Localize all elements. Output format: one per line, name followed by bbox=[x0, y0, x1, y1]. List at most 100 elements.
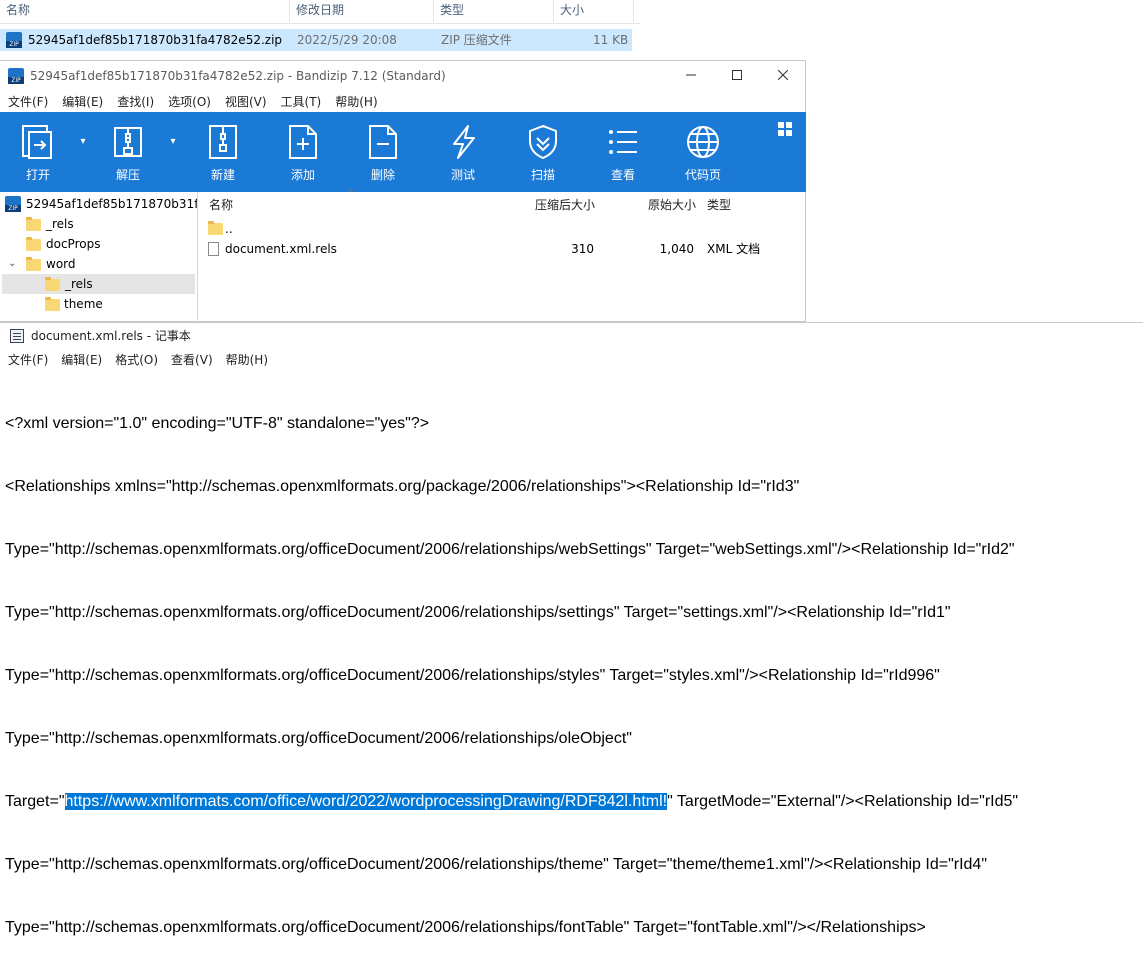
file-row-name: .. bbox=[225, 222, 233, 236]
menu-edit[interactable]: 编辑(E) bbox=[54, 91, 109, 113]
file-size: 11 KB bbox=[593, 33, 629, 47]
menu-view[interactable]: 视图(V) bbox=[217, 91, 273, 113]
menu-help[interactable]: 帮助(H) bbox=[327, 91, 383, 113]
menu-tools[interactable]: 工具(T) bbox=[273, 91, 328, 113]
file-name: 52945af1def85b171870b31fa4782e52.zip bbox=[28, 33, 283, 47]
text-line: Type="http://schemas.openxmlformats.org/… bbox=[5, 730, 632, 747]
tree-item-label: word bbox=[46, 257, 76, 271]
column-modified[interactable]: 修改日期 bbox=[290, 0, 434, 22]
bandizip-toolbar: 打开 ▾ 解压 ▾ 新建 添加 删除 测试 扫描 查看 代码页 bbox=[0, 112, 806, 192]
notepad-menubar: 文件(F) 编辑(E) 格式(O) 查看(V) 帮助(H) bbox=[0, 349, 1143, 371]
scan-button[interactable]: 扫描 bbox=[511, 112, 575, 192]
header-name[interactable]: 名称 bbox=[209, 196, 233, 213]
open-dropdown-chevron-icon[interactable]: ▾ bbox=[76, 136, 90, 150]
file-row-parent[interactable]: .. bbox=[201, 219, 805, 239]
tree-root-label: 52945af1def85b171870b31fa bbox=[26, 197, 198, 211]
notepad-title: document.xml.rels - 记事本 bbox=[31, 329, 191, 343]
menu-file[interactable]: 文件(F) bbox=[0, 91, 54, 113]
new-button[interactable]: 新建 bbox=[191, 112, 255, 192]
document-icon bbox=[208, 242, 219, 256]
bandizip-title: 52945af1def85b171870b31fa4782e52.zip - B… bbox=[30, 69, 446, 83]
layout-grid-icon[interactable] bbox=[778, 122, 792, 136]
explorer-file-list: 名称 修改日期 类型 大小 52945af1def85b171870b31fa4… bbox=[0, 0, 640, 60]
notepad-titlebar[interactable]: document.xml.rels - 记事本 bbox=[0, 323, 1143, 349]
shield-icon bbox=[529, 124, 557, 160]
menu-options[interactable]: 选项(O) bbox=[160, 91, 217, 113]
zip-file-icon bbox=[6, 32, 22, 48]
extract-icon bbox=[114, 127, 142, 157]
delete-label: 删除 bbox=[370, 168, 395, 182]
folder-icon bbox=[45, 297, 60, 311]
add-file-icon bbox=[289, 125, 317, 159]
text-line: Type="http://schemas.openxmlformats.org/… bbox=[5, 604, 951, 621]
np-menu-file[interactable]: 文件(F) bbox=[0, 349, 53, 371]
list-icon bbox=[609, 130, 637, 154]
text-line: Type="http://schemas.openxmlformats.org/… bbox=[5, 667, 940, 684]
codepage-label: 代码页 bbox=[684, 168, 721, 182]
test-label: 测试 bbox=[450, 168, 475, 182]
explorer-file-row[interactable]: 52945af1def85b171870b31fa4782e52.zip 202… bbox=[0, 29, 632, 51]
header-original-size[interactable]: 原始大小 bbox=[648, 196, 696, 213]
minimize-button[interactable] bbox=[668, 61, 714, 91]
view-button[interactable]: 查看 bbox=[591, 112, 655, 192]
codepage-button[interactable]: 代码页 bbox=[671, 112, 735, 192]
view-label: 查看 bbox=[610, 168, 635, 182]
column-type[interactable]: 类型 bbox=[434, 0, 554, 22]
header-type[interactable]: 类型 bbox=[707, 196, 731, 213]
close-button[interactable] bbox=[760, 61, 806, 91]
tree-item-docprops[interactable]: docProps bbox=[0, 234, 197, 254]
folder-open-icon bbox=[26, 257, 41, 271]
notepad-window: document.xml.rels - 记事本 文件(F) 编辑(E) 格式(O) 查… bbox=[0, 322, 1143, 936]
folder-icon bbox=[26, 217, 41, 231]
bandizip-titlebar[interactable]: 52945af1def85b171870b31fa4782e52.zip - B… bbox=[0, 61, 806, 91]
expand-chevron-icon[interactable]: ⌄ bbox=[8, 254, 16, 274]
folder-icon bbox=[26, 237, 41, 251]
notepad-app-icon bbox=[10, 329, 24, 343]
np-menu-format[interactable]: 格式(O) bbox=[107, 349, 163, 371]
new-archive-icon bbox=[209, 125, 237, 159]
bandizip-app-icon bbox=[8, 68, 24, 84]
tree-item-label: _rels bbox=[65, 277, 93, 291]
np-menu-edit[interactable]: 编辑(E) bbox=[53, 349, 107, 371]
add-button[interactable]: 添加 bbox=[271, 112, 335, 192]
tree-item-rels[interactable]: _rels bbox=[0, 214, 197, 234]
archive-folder-tree: 52945af1def85b171870b31fa _rels docProps… bbox=[0, 192, 198, 323]
new-label: 新建 bbox=[210, 168, 235, 182]
notepad-text-area[interactable]: <?xml version="1.0" encoding="UTF-8" sta… bbox=[5, 371, 1141, 980]
file-row-packed: 310 bbox=[571, 242, 594, 256]
selected-url[interactable]: https://www.xmlformats.com/office/word/2… bbox=[64, 793, 668, 810]
lightning-icon bbox=[453, 125, 475, 159]
column-size[interactable]: 大小 bbox=[554, 0, 634, 22]
open-button[interactable]: 打开 bbox=[6, 112, 70, 192]
header-packed-size[interactable]: 压缩后大小 bbox=[535, 196, 595, 213]
column-name[interactable]: 名称 bbox=[0, 0, 290, 22]
tree-item-word[interactable]: ⌄ word bbox=[0, 254, 197, 274]
bandizip-menubar: 文件(F) 编辑(E) 查找(I) 选项(O) 视图(V) 工具(T) 帮助(H) bbox=[0, 91, 806, 113]
tree-item-theme[interactable]: theme bbox=[0, 294, 197, 314]
file-modified: 2022/5/29 20:08 bbox=[297, 33, 397, 47]
menu-find[interactable]: 查找(I) bbox=[109, 91, 160, 113]
scan-label: 扫描 bbox=[530, 168, 555, 182]
test-button[interactable]: 测试 bbox=[431, 112, 495, 192]
maximize-button[interactable] bbox=[714, 61, 760, 91]
np-menu-view[interactable]: 查看(V) bbox=[163, 349, 218, 371]
extract-button[interactable]: 解压 bbox=[96, 112, 160, 192]
text-line: Type="http://schemas.openxmlformats.org/… bbox=[5, 856, 988, 873]
file-type: ZIP 压缩文件 bbox=[441, 33, 512, 47]
open-label: 打开 bbox=[25, 168, 50, 182]
zip-archive-icon bbox=[5, 196, 21, 212]
text-line: Type="http://schemas.openxmlformats.org/… bbox=[5, 541, 1015, 558]
close-icon bbox=[777, 69, 789, 81]
extract-dropdown-chevron-icon[interactable]: ▾ bbox=[166, 136, 180, 150]
file-row-size: 1,040 bbox=[659, 242, 694, 256]
file-row-document-rels[interactable]: document.xml.rels 310 1,040 XML 文档 bbox=[201, 239, 805, 259]
tree-item-label: _rels bbox=[46, 217, 74, 231]
globe-icon bbox=[687, 126, 719, 158]
tree-item-word-rels[interactable]: _rels bbox=[2, 274, 195, 294]
tree-item-label: docProps bbox=[46, 237, 101, 251]
np-menu-help[interactable]: 帮助(H) bbox=[218, 349, 273, 371]
bandizip-window: 52945af1def85b171870b31fa4782e52.zip - B… bbox=[0, 60, 806, 323]
delete-button[interactable]: 删除 bbox=[351, 112, 415, 192]
delete-file-icon bbox=[369, 125, 397, 159]
file-row-name: document.xml.rels bbox=[225, 242, 337, 256]
